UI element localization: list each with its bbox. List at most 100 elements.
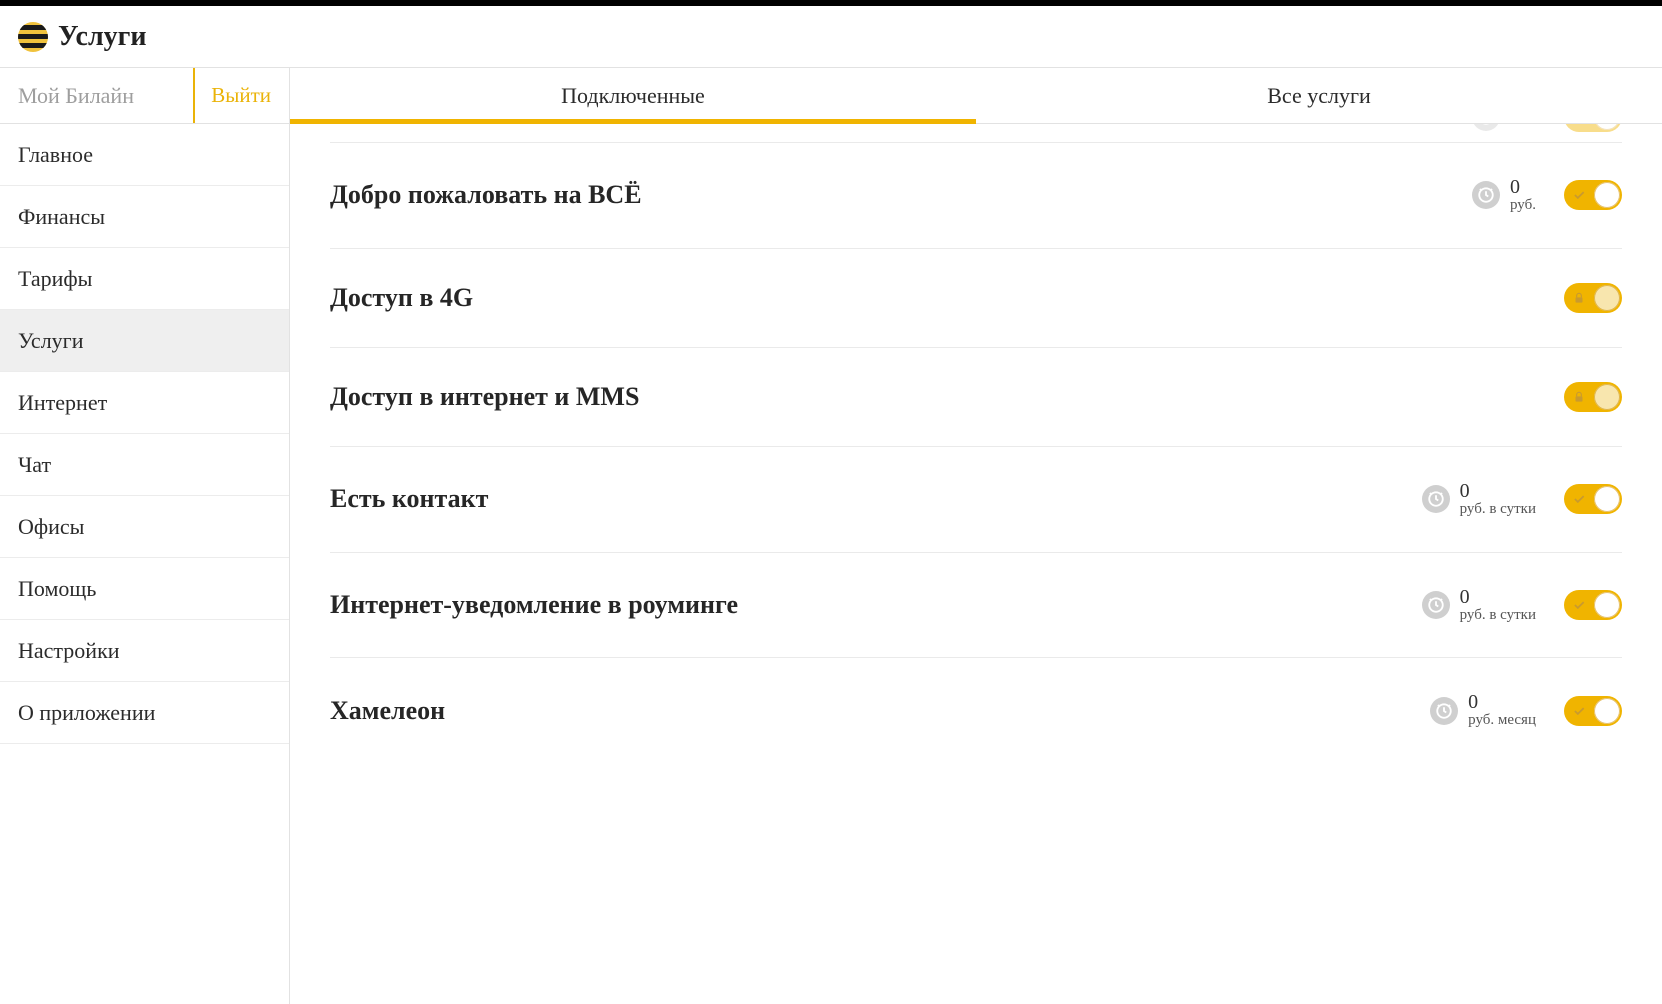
check-icon [1572, 598, 1586, 612]
sidebar-item-6[interactable]: Офисы [0, 496, 289, 558]
sidebar-item-7[interactable]: Помощь [0, 558, 289, 620]
toggle-knob [1594, 592, 1620, 618]
price-block: 0руб. [1472, 177, 1536, 214]
sidebar-item-label: Финансы [18, 204, 105, 230]
sidebar-item-label: Настройки [18, 638, 120, 664]
sidebar-item-label: Офисы [18, 514, 84, 540]
service-row: Доступ в интернет и MMS [330, 347, 1622, 446]
service-list: руб.Добро пожаловать на ВСЁ0руб.Доступ в… [290, 124, 1662, 783]
page-title: Услуги [58, 21, 147, 53]
tab-label: Подключенные [561, 83, 705, 109]
service-toggle[interactable] [1564, 180, 1622, 210]
price-text: 0руб. в сутки [1460, 587, 1536, 624]
service-title: Интернет-уведомление в роуминге [330, 590, 1402, 620]
service-right [1564, 382, 1622, 412]
service-row: руб. [330, 124, 1622, 142]
service-toggle[interactable] [1564, 590, 1622, 620]
toggle-knob [1594, 182, 1620, 208]
price-text: 0руб. [1510, 177, 1536, 214]
service-row: Доступ в 4G [330, 248, 1622, 347]
lock-icon [1572, 390, 1586, 404]
clock-icon [1472, 124, 1500, 131]
service-toggle-locked [1564, 283, 1622, 313]
toggle-knob [1594, 285, 1620, 311]
tab-1[interactable]: Все услуги [976, 68, 1662, 123]
service-row: Есть контакт 0руб. в сутки [330, 446, 1622, 552]
price-block: 0руб. в сутки [1422, 481, 1536, 518]
sidebar-account-bar: Мой Билайн Выйти [0, 68, 289, 124]
service-title: Добро пожаловать на ВСЁ [330, 180, 1452, 210]
clock-icon [1472, 181, 1500, 209]
price-text: руб. [1510, 124, 1536, 125]
sidebar-item-9[interactable]: О приложении [0, 682, 289, 744]
toggle-knob [1594, 486, 1620, 512]
tab-0[interactable]: Подключенные [290, 68, 976, 123]
price-amount: 0 [1460, 481, 1536, 502]
sidebar-item-label: Тарифы [18, 266, 92, 292]
sidebar-item-label: Услуги [18, 328, 83, 354]
sidebar-item-3[interactable]: Услуги [0, 310, 289, 372]
sidebar-item-2[interactable]: Тарифы [0, 248, 289, 310]
service-right: 0руб. в сутки [1422, 481, 1622, 518]
beeline-logo-icon [18, 22, 48, 52]
sidebar-item-label: Главное [18, 142, 93, 168]
service-toggle[interactable] [1564, 484, 1622, 514]
sidebar-item-8[interactable]: Настройки [0, 620, 289, 682]
clock-icon [1430, 697, 1458, 725]
service-toggle[interactable] [1564, 696, 1622, 726]
sidebar: Мой Билайн Выйти Главное Финансы Тарифы Усл… [0, 68, 290, 1004]
sidebar-item-5[interactable]: Чат [0, 434, 289, 496]
header: Услуги [0, 6, 1662, 68]
service-toggle-locked [1564, 382, 1622, 412]
price-unit: руб. месяц [1468, 713, 1536, 729]
service-toggle[interactable] [1564, 124, 1622, 132]
service-right: 0руб. в сутки [1422, 587, 1622, 624]
price-amount: 0 [1468, 692, 1536, 713]
sidebar-item-0[interactable]: Главное [0, 124, 289, 186]
service-right: 0руб. [1472, 177, 1622, 214]
tabs: Подключенные Все услуги [290, 68, 1662, 124]
sidebar-item-label: О приложении [18, 700, 155, 726]
sidebar-item-label: Интернет [18, 390, 107, 416]
toggle-knob [1594, 124, 1620, 130]
service-row: Интернет-уведомление в роуминге 0руб. в с… [330, 552, 1622, 658]
service-title: Хамелеон [330, 696, 1410, 726]
price-block: 0руб. в сутки [1422, 587, 1536, 624]
service-title: Доступ в 4G [330, 283, 1544, 313]
price-text: 0руб. в сутки [1460, 481, 1536, 518]
sidebar-item-4[interactable]: Интернет [0, 372, 289, 434]
service-right: 0руб. месяц [1430, 692, 1622, 729]
account-link[interactable]: Мой Билайн [18, 83, 134, 109]
service-right [1564, 283, 1622, 313]
content: ПодключенныеВсе услуги руб.Добро пожалов… [290, 68, 1662, 1004]
service-title: Доступ в интернет и MMS [330, 382, 1544, 412]
clock-icon [1422, 591, 1450, 619]
sidebar-nav: Главное Финансы Тарифы Услуги Интернет Чат Офи… [0, 124, 289, 744]
toggle-knob [1594, 698, 1620, 724]
logo: Услуги [18, 21, 147, 53]
price-block: руб. [1472, 124, 1536, 131]
sidebar-item-label: Помощь [18, 576, 96, 602]
sidebar-item-1[interactable]: Финансы [0, 186, 289, 248]
service-row: Добро пожаловать на ВСЁ 0руб. [330, 142, 1622, 248]
service-right: руб. [1472, 124, 1622, 132]
price-text: 0руб. месяц [1468, 692, 1536, 729]
price-unit: руб. в сутки [1460, 502, 1536, 518]
check-icon [1572, 188, 1586, 202]
price-unit: руб. в сутки [1460, 608, 1536, 624]
check-icon [1572, 492, 1586, 506]
lock-icon [1572, 291, 1586, 305]
sidebar-item-label: Чат [18, 452, 51, 478]
price-block: 0руб. месяц [1430, 692, 1536, 729]
price-unit: руб. [1510, 124, 1536, 125]
price-amount: 0 [1460, 587, 1536, 608]
price-unit: руб. [1510, 198, 1536, 214]
price-amount: 0 [1510, 177, 1536, 198]
service-title: Есть контакт [330, 484, 1402, 514]
check-icon [1572, 704, 1586, 718]
clock-icon [1422, 485, 1450, 513]
tab-label: Все услуги [1267, 83, 1371, 109]
service-row: Хамелеон 0руб. месяц [330, 657, 1622, 763]
logout-button[interactable]: Выйти [193, 68, 271, 123]
toggle-knob [1594, 384, 1620, 410]
